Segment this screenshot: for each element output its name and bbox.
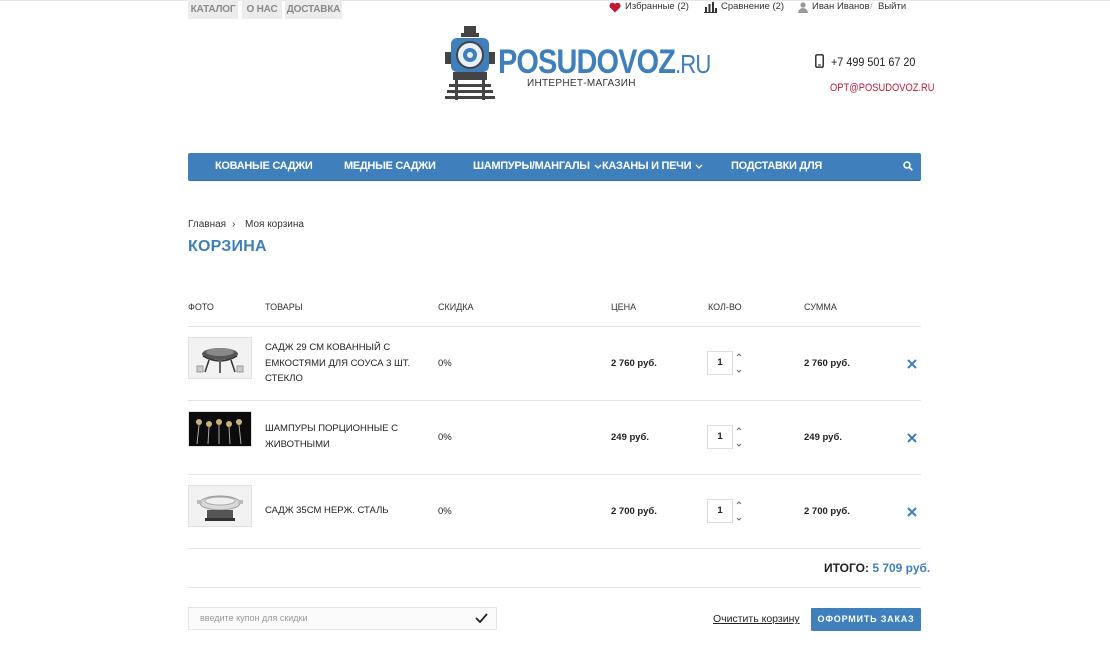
steel-saj-photo: [189, 486, 251, 526]
nav-item-stands[interactable]: Подставки для: [731, 153, 822, 180]
user-icon: [798, 1, 808, 13]
footer-divider: [188, 587, 921, 588]
logout-link[interactable]: Выйти: [878, 0, 906, 14]
tab-about[interactable]: О нас: [242, 0, 282, 19]
compare-link[interactable]: Сравнение (2): [704, 0, 784, 14]
remove-item-icon[interactable]: [906, 506, 918, 518]
quantity-input[interactable]: 1: [707, 499, 733, 523]
saj-photo: [189, 338, 251, 378]
product-sum: 2 700 руб.: [804, 506, 850, 517]
product-sum: 2 760 руб.: [804, 358, 850, 369]
nav-label: Медные саджи: [344, 160, 436, 172]
page-title: Корзина: [188, 238, 267, 255]
row-divider: [188, 400, 921, 401]
compare-label: Сравнение (2): [721, 1, 785, 12]
nav-label: Подставки для: [731, 160, 822, 172]
remove-item-icon[interactable]: [906, 432, 918, 444]
product-price: 2 700 руб.: [611, 506, 657, 517]
main-nav: Кованые саджи Медные саджи Шампуры/манга…: [188, 153, 921, 181]
top-separator: /: [870, 1, 873, 12]
header-photo: Фото: [188, 302, 214, 312]
chevron-up-icon[interactable]: [736, 501, 742, 505]
phone-number[interactable]: +7 499 501 67 20: [831, 55, 915, 69]
clear-cart-link[interactable]: Очистить корзину: [713, 613, 800, 625]
nav-item-skewers[interactable]: Шампуры/мангалы: [473, 153, 602, 180]
product-image[interactable]: [188, 337, 252, 379]
email-link[interactable]: opt@posudovoz.ru: [830, 82, 935, 94]
quantity-input[interactable]: 1: [707, 425, 733, 449]
quantity-stepper[interactable]: [735, 353, 743, 373]
row-divider: [188, 326, 921, 327]
row-divider: [188, 548, 921, 549]
header-quantity: Кол-во: [708, 302, 742, 312]
chevron-down-icon: [594, 164, 602, 169]
breadcrumb-home[interactable]: Главная: [188, 219, 226, 230]
quantity-stepper[interactable]: [735, 427, 743, 447]
product-discount: 0%: [438, 506, 452, 517]
user-name: Иван Иванов: [812, 1, 870, 12]
chevron-up-icon[interactable]: [736, 353, 742, 357]
order-total: ИТОГО: 5 709 руб.: [824, 561, 930, 575]
bar-chart-icon: [704, 1, 717, 13]
logo-brand-name: POSUDOVOZ: [498, 43, 676, 81]
product-name[interactable]: Садж 29 см кованный с емкостями для соус…: [265, 340, 425, 387]
quantity-stepper[interactable]: [735, 501, 743, 521]
chevron-down-icon[interactable]: [736, 517, 742, 521]
nav-item-copper-sajs[interactable]: Медные саджи: [344, 153, 436, 180]
coupon-input[interactable]: введите купон для скидки: [188, 607, 497, 630]
product-price: 2 760 руб.: [611, 358, 657, 369]
breadcrumb-separator: ›: [232, 219, 236, 230]
product-price: 249 руб.: [611, 432, 649, 443]
nav-item-forged-sajs[interactable]: Кованые саджи: [215, 153, 313, 180]
train-logo-icon[interactable]: [445, 26, 495, 100]
product-sum: 249 руб.: [804, 432, 842, 443]
checkout-button[interactable]: Оформить заказ: [811, 608, 921, 631]
favorites-label: Избранные (2): [625, 1, 689, 12]
skewers-photo: [189, 412, 251, 446]
product-image[interactable]: [188, 485, 252, 527]
chevron-down-icon[interactable]: [736, 369, 742, 373]
quantity-input[interactable]: 1: [707, 351, 733, 375]
favorites-link[interactable]: Избранные (2): [609, 0, 689, 14]
product-discount: 0%: [438, 358, 452, 369]
nav-label: Кованые саджи: [215, 160, 313, 172]
header-products: Товары: [265, 302, 303, 312]
header-discount: Скидка: [438, 302, 474, 312]
product-discount: 0%: [438, 432, 452, 443]
header-sum: Сумма: [804, 302, 837, 312]
remove-item-icon[interactable]: [906, 358, 918, 370]
heart-icon: [609, 2, 621, 13]
row-divider: [188, 474, 921, 475]
user-link[interactable]: Иван Иванов: [798, 0, 870, 14]
chevron-down-icon[interactable]: [736, 443, 742, 447]
tab-catalog[interactable]: Каталог: [188, 0, 238, 19]
total-label: ИТОГО:: [824, 561, 869, 575]
header-price: Цена: [611, 302, 637, 312]
checkmark-icon[interactable]: [475, 613, 488, 623]
tab-delivery[interactable]: Доставка: [285, 0, 342, 19]
logo-tld: .RU: [675, 49, 711, 79]
nav-label: Шампуры/мангалы: [473, 160, 590, 172]
product-name[interactable]: Садж 35см нерж. сталь: [265, 503, 425, 519]
chevron-down-icon: [695, 164, 703, 169]
phone-icon: [815, 54, 824, 68]
total-value: 5 709 руб.: [872, 561, 931, 575]
nav-label: Казаны и печи: [602, 160, 692, 172]
chevron-up-icon[interactable]: [736, 427, 742, 431]
product-image[interactable]: [188, 411, 252, 447]
breadcrumb-current: Моя корзина: [245, 219, 304, 230]
search-icon[interactable]: [903, 161, 913, 171]
nav-item-kazans[interactable]: Казаны и печи: [602, 153, 703, 180]
logo-subtitle: ИНТЕРНЕТ-МАГАЗИН: [527, 78, 636, 89]
top-bar: [0, 0, 1110, 21]
product-name[interactable]: Шампуры порционные с животными: [265, 421, 425, 452]
